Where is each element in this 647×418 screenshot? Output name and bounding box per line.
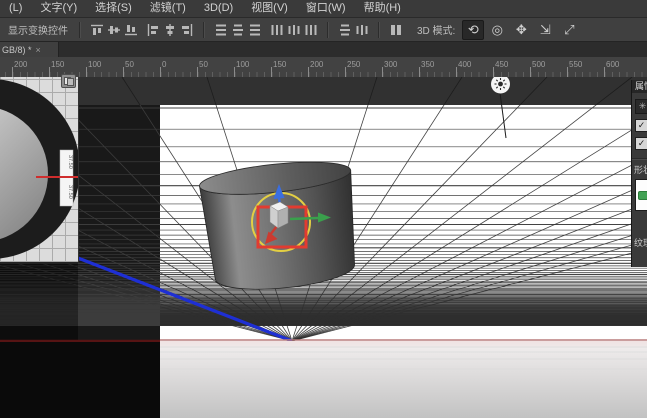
ruler-major-tick [123,67,124,77]
ruler-label: 350 [421,60,434,69]
mesh-icon[interactable]: ✳ [635,99,647,114]
ruler-label: 100 [236,60,249,69]
ruler-major-tick [604,67,605,77]
menu-item[interactable]: 3D(D) [195,0,242,17]
shape-preset-label: 形状 [634,163,647,176]
ruler-label: 300 [384,60,397,69]
widget-center-cube[interactable] [270,202,288,228]
auto-align-layers-icon[interactable] [388,22,404,38]
distribute-right-edges-icon[interactable] [303,22,319,38]
ruler-major-tick [530,67,531,77]
divider [632,158,647,160]
x-axis-arrow[interactable] [290,218,318,219]
texture-label: 纹理 [634,236,647,249]
ruler-label: 200 [310,60,323,69]
ruler-major-tick [197,67,198,77]
cylinder-preset-icon [638,191,647,200]
options-bar: 显示变换控件 3D 模式: ⟲◎✥⇲⤢ [0,18,647,42]
slide-3d-camera-icon[interactable]: ⇲ [534,20,556,40]
menu-bar: (L)文字(Y)选择(S)滤镜(T)3D(D)视图(V)窗口(W)帮助(H) [0,0,647,18]
distribute-bottom-edges-icon[interactable] [247,22,263,38]
orbit-3d-camera-icon[interactable]: ⟲ [462,20,484,40]
align-vertical-centers-icon[interactable] [106,22,122,38]
ruler-major-tick [493,67,494,77]
menu-item[interactable]: 视图(V) [242,0,297,17]
align-right-edges-icon[interactable] [179,22,195,38]
ruler-major-tick [345,67,346,77]
ruler-major-tick [160,67,161,77]
ruler-label: 50 [125,60,134,69]
secondary-view-panel: 37.50 37.50 [0,77,79,263]
scale-3d-object-icon[interactable]: ⤢ [558,20,580,40]
ruler-label: 250 [347,60,360,69]
align-left-edges-icon[interactable] [145,22,161,38]
cast-shadows-checkbox[interactable]: ✓ [635,137,647,150]
ruler-major-tick [271,67,272,77]
ruler-label: 450 [495,60,508,69]
pasteboard-below-horizon [0,342,160,418]
distribute-left-edges-icon[interactable] [269,22,285,38]
measure-text: 37.50 [67,155,73,169]
pan-3d-camera-icon[interactable]: ✥ [510,20,532,40]
ruler-major-tick [382,67,383,77]
separator [378,22,380,38]
measure-text: 37.50 [67,185,73,199]
separator [327,22,329,38]
ruler-label: 150 [273,60,286,69]
menu-item[interactable]: 帮助(H) [355,0,410,17]
menu-item[interactable]: 滤镜(T) [141,0,195,17]
align-top-edges-icon[interactable] [89,22,105,38]
menu-item[interactable]: 选择(S) [86,0,141,17]
tab-close-icon[interactable]: × [36,45,41,55]
distribute-top-edges-icon[interactable] [213,22,229,38]
catch-shadows-checkbox[interactable]: ✓ [635,119,647,132]
ruler-major-tick [567,67,568,77]
ruler-label: 550 [569,60,582,69]
roll-3d-camera-icon[interactable]: ◎ [486,20,508,40]
ruler-label: 150 [51,60,64,69]
ruler-major-tick [234,67,235,77]
canvas-below-horizon [160,341,647,418]
ruler-major-tick [456,67,457,77]
scene [0,77,647,418]
align-horizontal-centers-icon[interactable] [162,22,178,38]
separator [203,22,205,38]
ruler-label: 400 [458,60,471,69]
pasteboard-top-band [78,77,647,105]
menu-item[interactable]: 文字(Y) [31,0,86,17]
distribute-horizontal-centers-icon[interactable] [286,22,302,38]
ruler-major-tick [86,67,87,77]
ruler-major-tick [49,67,50,77]
swap-views-button[interactable] [61,74,76,88]
document-tab[interactable]: GB/8) * × [0,42,59,57]
ruler-label: 600 [606,60,619,69]
3d-mode-label: 3D 模式: [417,22,455,37]
distribute-vertical-spacing-icon[interactable] [337,22,353,38]
ruler-major-tick [12,67,13,77]
ruler-label: 0 [162,60,166,69]
ruler-major-tick [419,67,420,77]
ruler-label: 100 [88,60,101,69]
show-transform-controls-label[interactable]: 显示变换控件 [8,22,68,37]
ruler-major-tick [308,67,309,77]
sun-icon [495,78,507,90]
horizontal-ruler: 2001501005005010015020025030035040045050… [0,57,647,78]
properties-panel-title: 属性 [632,80,647,93]
ruler-label: 50 [199,60,208,69]
ruler-label: 200 [14,60,27,69]
align-bottom-edges-icon[interactable] [123,22,139,38]
ruler-label: 500 [532,60,545,69]
menu-item[interactable]: (L) [0,0,31,17]
distribute-horizontal-spacing-icon[interactable] [354,22,370,38]
shape-preset-thumbnail[interactable] [635,179,647,211]
document-tab-title: GB/8) * [0,45,32,55]
distribute-vertical-centers-icon[interactable] [230,22,246,38]
menu-item[interactable]: 窗口(W) [297,0,355,17]
separator [79,22,81,38]
properties-panel: 属性 ✳ ✓ ✓ 形状 纹理 [631,80,647,267]
document-tab-bar: GB/8) * × [0,42,647,57]
